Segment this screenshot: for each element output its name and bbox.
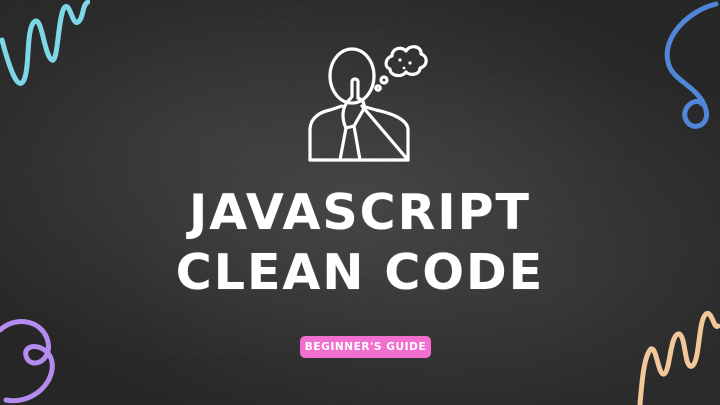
purple-scribble-decoration: [0, 319, 55, 404]
thinking-person-icon: [308, 45, 428, 162]
title-line-1: JAVASCRIPT: [189, 184, 531, 241]
thumbnail-canvas: JAVASCRIPT CLEAN CODE BEGINNER'S GUIDE: [0, 0, 720, 405]
peach-scribble-decoration: [637, 311, 720, 405]
title-line-2: CLEAN CODE: [175, 244, 545, 301]
beginners-guide-badge: BEGINNER'S GUIDE: [300, 336, 431, 358]
blue-scribble-decoration: [664, 1, 719, 129]
cyan-scribble-decoration: [0, 0, 90, 86]
